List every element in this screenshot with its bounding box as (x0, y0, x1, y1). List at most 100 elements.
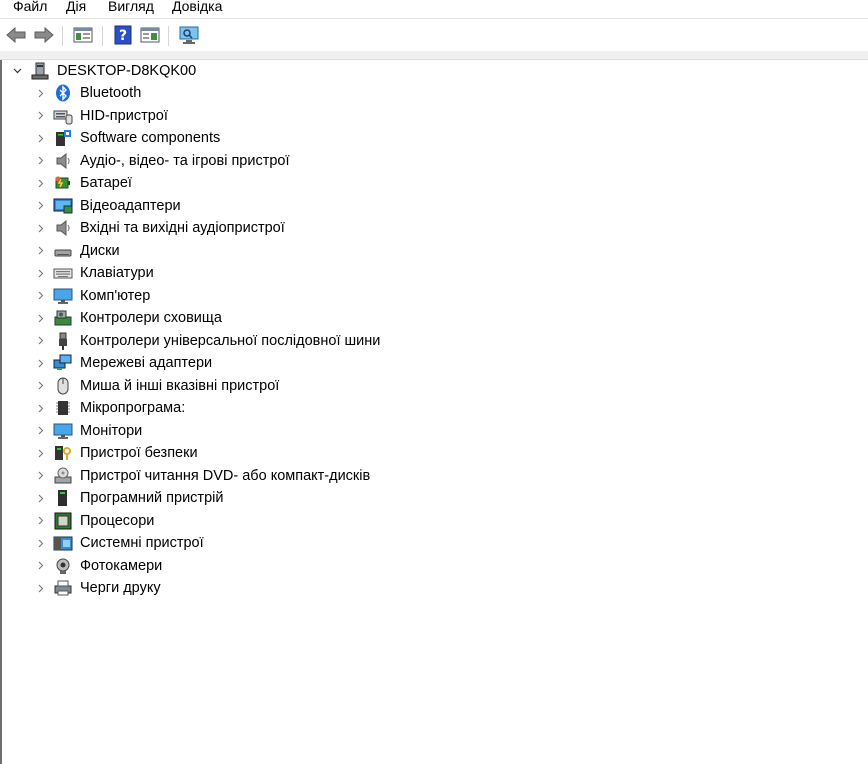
computer-root-icon (30, 61, 50, 81)
svg-text:?: ? (119, 28, 127, 44)
tree-item[interactable]: Миша й інші вказівні пристрої (2, 375, 422, 397)
back-icon[interactable] (5, 24, 27, 46)
menu-view[interactable]: Вигляд (106, 0, 156, 15)
network-adapter-icon (53, 353, 73, 373)
tree-item-label: Програмний пристрій (80, 490, 224, 506)
speaker-icon (53, 151, 73, 171)
tree-item[interactable]: Відеоадаптери (2, 195, 422, 217)
tree-item-label: Фотокамери (80, 557, 163, 574)
tree-item-label: HID-пристрої (80, 107, 168, 124)
chevron-right-icon[interactable] (36, 313, 46, 323)
menu-file[interactable]: Файл (11, 0, 49, 15)
printer-icon (53, 578, 73, 598)
tree-item[interactable]: Контролери сховища (2, 307, 422, 329)
tree-item[interactable]: Черги друку (2, 577, 422, 599)
chevron-right-icon[interactable] (36, 448, 46, 458)
chevron-down-icon[interactable] (12, 66, 22, 76)
chevron-right-icon[interactable] (36, 516, 46, 526)
tree-item[interactable]: Вхідні та вихідні аудіопристрої (2, 217, 422, 239)
tree-item[interactable]: Фотокамери (2, 555, 422, 577)
tree-item-label: Software components (80, 130, 221, 146)
tree-item[interactable]: Клавіатури (2, 262, 422, 284)
tree-item[interactable]: HID-пристрої (2, 105, 422, 127)
tree-item-label: Аудіо-, відео- та ігрові пристрої (80, 152, 290, 169)
chevron-right-icon[interactable] (36, 561, 46, 571)
battery-icon (53, 173, 73, 193)
tree-item-label: Процесори (80, 512, 155, 529)
tree-item-label: Батареї (80, 175, 132, 191)
tree-item[interactable]: Системні пристрої (2, 532, 422, 554)
chevron-right-icon[interactable] (36, 268, 46, 278)
chevron-right-icon[interactable] (36, 156, 46, 166)
dvd-icon (53, 466, 73, 486)
tree-item-label: Мережеві адаптери (80, 355, 213, 371)
chevron-right-icon[interactable] (36, 381, 46, 391)
tree-item-label: Монітори (80, 422, 143, 439)
tree-item[interactable]: Пристрої читання DVD- або компакт-дисків (2, 465, 422, 487)
tree-item-label: Диски (80, 242, 120, 259)
processor-icon (53, 511, 73, 531)
tree-item[interactable]: Контролери універсальної послідовної шин… (2, 330, 422, 352)
chevron-right-icon[interactable] (36, 493, 46, 503)
tree-item-label: Відеоадаптери (80, 197, 181, 214)
tree-item[interactable]: Батареї (2, 172, 422, 194)
menu-help[interactable]: Довідка (170, 0, 224, 15)
chevron-right-icon[interactable] (36, 246, 46, 256)
monitor-icon (53, 421, 73, 441)
chevron-right-icon[interactable] (36, 358, 46, 368)
tree-item[interactable]: Мережеві адаптери (2, 352, 422, 374)
menu-bar: Файл Дія Вигляд Довідка (0, 0, 868, 18)
forward-icon[interactable] (33, 24, 55, 46)
chevron-right-icon[interactable] (36, 133, 46, 143)
chevron-right-icon[interactable] (36, 538, 46, 548)
tree-item[interactable]: Аудіо-, відео- та ігрові пристрої (2, 150, 422, 172)
tree-item[interactable]: Мікропрограма: (2, 397, 422, 419)
tree-item[interactable]: Bluetooth (2, 82, 422, 104)
chevron-right-icon[interactable] (36, 178, 46, 188)
tree-root-label: DESKTOP-D8KQK00 (57, 63, 197, 79)
device-tree: DESKTOP-D8KQK00 Bluetooth HID-пристрої Sof… (0, 60, 868, 764)
tree-item[interactable]: Програмний пристрій (2, 487, 422, 509)
tree-item-label: Мікропрограма: (80, 400, 186, 416)
tree-root[interactable]: DESKTOP-D8KQK00 (2, 60, 302, 82)
tree-item-label: Контролери універсальної послідовної шин… (80, 332, 381, 349)
tree-item[interactable]: Диски (2, 240, 422, 262)
toolbar-separator (102, 26, 103, 46)
chevron-right-icon[interactable] (36, 223, 46, 233)
toolbar-separator (168, 26, 169, 46)
firmware-icon (53, 398, 73, 418)
hid-icon (53, 106, 73, 126)
chevron-right-icon[interactable] (36, 88, 46, 98)
security-device-icon (53, 443, 73, 463)
tree-item-label: Пристрої читання DVD- або компакт-дисків (80, 467, 371, 484)
tree-item[interactable]: Процесори (2, 510, 422, 532)
software-components-icon (53, 128, 73, 148)
chevron-right-icon[interactable] (36, 403, 46, 413)
tree-item[interactable]: Комп'ютер (2, 285, 422, 307)
display-adapter-icon (53, 196, 73, 216)
action-pane-icon[interactable] (139, 24, 161, 46)
software-device-icon (53, 488, 73, 508)
disk-icon (53, 241, 73, 261)
chevron-right-icon[interactable] (36, 291, 46, 301)
tree-item[interactable]: Software components (2, 127, 422, 149)
tree-item-label: Черги друку (80, 580, 161, 596)
storage-controller-icon (53, 308, 73, 328)
tree-item-label: Комп'ютер (80, 287, 151, 304)
scan-hardware-icon[interactable] (178, 24, 200, 46)
chevron-right-icon[interactable] (36, 583, 46, 593)
keyboard-icon (53, 263, 73, 283)
pane-header-strip (0, 51, 868, 60)
tree-item[interactable]: Монітори (2, 420, 422, 442)
menu-action[interactable]: Дія (64, 0, 88, 15)
help-icon[interactable]: ? (112, 24, 134, 46)
tree-item-label: Миша й інші вказівні пристрої (80, 377, 280, 394)
toolbar-separator (62, 26, 63, 46)
properties-icon[interactable] (72, 24, 94, 46)
chevron-right-icon[interactable] (36, 426, 46, 436)
chevron-right-icon[interactable] (36, 111, 46, 121)
chevron-right-icon[interactable] (36, 471, 46, 481)
chevron-right-icon[interactable] (36, 201, 46, 211)
chevron-right-icon[interactable] (36, 336, 46, 346)
tree-item[interactable]: Пристрої безпеки (2, 442, 422, 464)
